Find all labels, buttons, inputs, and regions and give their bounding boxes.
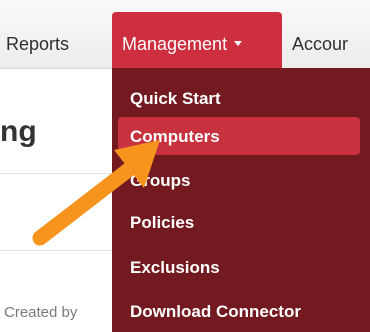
nav-accounts[interactable]: Accour: [292, 12, 348, 68]
divider: [0, 173, 112, 174]
page-heading: ng: [0, 115, 37, 148]
menu-item-download-connector[interactable]: Download Connector: [118, 292, 360, 330]
caret-down-icon: [234, 40, 243, 46]
menu-item-policies[interactable]: Policies: [118, 203, 360, 241]
divider: [0, 250, 112, 251]
management-dropdown-menu: Quick Start Computers Groups Policies Ex…: [112, 68, 370, 332]
top-navbar: Reports Management Accour: [0, 0, 370, 69]
nav-management-label: Management: [122, 34, 228, 54]
menu-item-exclusions[interactable]: Exclusions: [118, 248, 360, 286]
menu-item-computers[interactable]: Computers: [118, 117, 360, 155]
nav-management[interactable]: Management: [112, 12, 282, 68]
menu-item-groups[interactable]: Groups: [118, 161, 360, 199]
nav-reports[interactable]: Reports: [6, 12, 69, 68]
footer-created-by: Created by: [4, 304, 78, 321]
menu-item-quick-start[interactable]: Quick Start: [118, 79, 360, 117]
